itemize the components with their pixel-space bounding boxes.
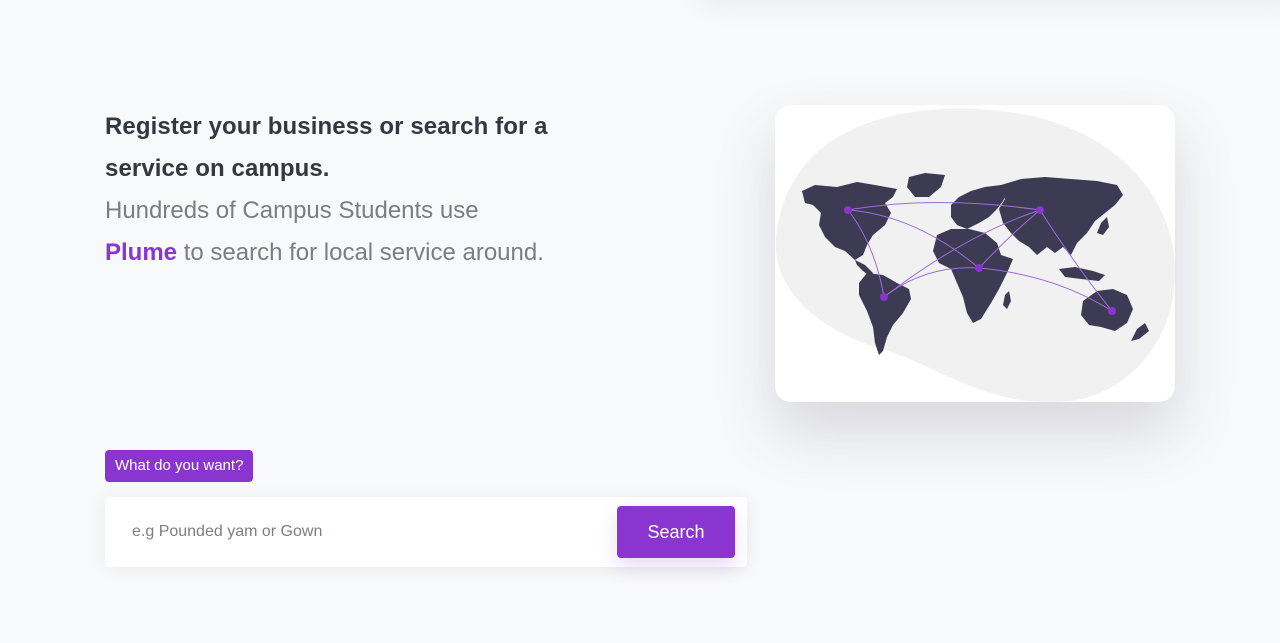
world-map-card <box>775 105 1175 402</box>
node-australia <box>1108 307 1116 315</box>
headline-line-2: service on campus. <box>105 155 330 182</box>
search-button[interactable]: Search <box>617 506 735 558</box>
node-asia <box>1036 206 1044 214</box>
search-box: Search <box>105 497 747 567</box>
hero-text: Register your business or search for a s… <box>105 106 625 274</box>
world-map-network-icon <box>775 108 1175 402</box>
hero-headline: Register your business or search for a s… <box>105 106 625 190</box>
hero-subline: Hundreds of Campus Students use Plume to… <box>105 190 625 274</box>
subline-line-1: Hundreds of Campus Students use <box>105 197 479 224</box>
headline-line-1: Register your business or search for a <box>105 113 548 140</box>
node-south-america <box>880 293 888 301</box>
node-africa <box>975 264 983 272</box>
what-do-you-want-tag: What do you want? <box>105 450 254 482</box>
search-input[interactable] <box>105 497 605 567</box>
subline-rest: to search for local service around. <box>177 239 544 266</box>
brand-name: Plume <box>105 239 178 266</box>
node-north-america <box>844 206 852 214</box>
landing-page: Register your business or search for a s… <box>0 0 1280 643</box>
